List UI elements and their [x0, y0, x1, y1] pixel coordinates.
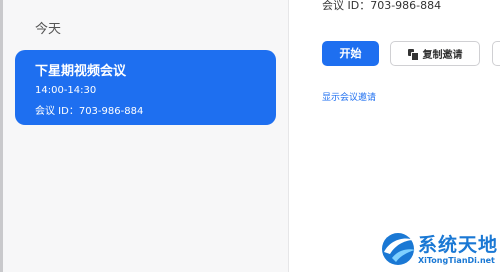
- meeting-list-panel: 今天 下星期视频会议 14:00-14:30 会议 ID：703-986-884: [0, 0, 288, 272]
- watermark-subtitle: XiTongTianDi.net: [418, 256, 495, 265]
- section-label-today: 今天: [35, 22, 62, 37]
- meeting-card[interactable]: 下星期视频会议 14:00-14:30 会议 ID：703-986-884: [15, 50, 276, 125]
- show-invite-link[interactable]: 显示会议邀请: [322, 90, 376, 103]
- meeting-time: 14:00-14:30: [35, 85, 97, 96]
- start-button[interactable]: 开始: [322, 41, 379, 66]
- more-button[interactable]: [492, 41, 500, 66]
- detail-meeting-id: 会议 ID：703-986-884: [322, 0, 442, 12]
- copy-icon: [407, 48, 419, 61]
- copy-invite-button[interactable]: 复制邀请: [390, 41, 480, 66]
- copy-invite-label: 复制邀请: [422, 50, 463, 61]
- window-edge: [0, 0, 3, 272]
- watermark-logo-icon: [382, 233, 415, 265]
- watermark: 系统天地 XiTongTianDi.net: [378, 228, 500, 272]
- meeting-title: 下星期视频会议: [35, 64, 127, 79]
- watermark-title: 系统天地: [418, 234, 499, 256]
- meeting-id: 会议 ID：703-986-884: [35, 106, 144, 117]
- panel-divider: [288, 0, 289, 272]
